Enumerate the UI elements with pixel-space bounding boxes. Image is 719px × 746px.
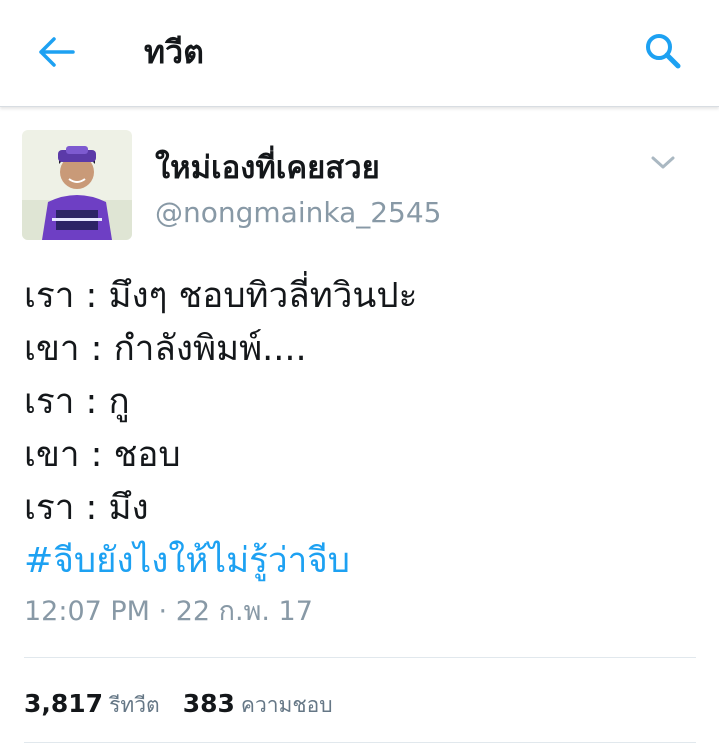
tweet-stats: 3,817 รีทวีต 383 ความชอบ [24,684,351,727]
page-title: ทวีต [144,33,204,71]
search-button[interactable] [638,26,688,76]
tweet-line: เขา : กำลังพิมพ์.... [24,329,307,369]
retweets-count: 3,817 [24,689,104,718]
likes-stat[interactable]: 383 ความชอบ [183,684,333,727]
avatar[interactable] [22,130,132,240]
tweet-line: เรา : มึงๆ ชอบทิวลี่ทวินปะ [24,276,418,316]
avatar-image [22,130,132,240]
tweet-timestamp: 12:07 PM · 22 ก.พ. 17 [24,596,313,627]
arrow-left-icon [39,37,75,67]
divider [24,657,696,658]
top-app-bar: ทวีต [0,0,719,107]
tweet-options-button[interactable] [646,148,680,178]
divider [24,742,696,743]
hashtag-link[interactable]: #จีบยังไงให้ไม่รู้ว่าจีบ [24,535,704,588]
retweets-label: รีทวีต [109,693,160,717]
tweet-line: เรา : กู [24,382,130,422]
author-display-name[interactable]: ใหม่เองที่เคยสวย [155,146,380,190]
tweet-line: เรา : มึง [24,488,149,528]
likes-count: 383 [182,689,235,718]
search-icon [646,34,681,69]
retweets-stat[interactable]: 3,817 รีทวีต [24,684,160,727]
likes-label: ความชอบ [240,693,333,717]
chevron-down-icon [651,156,675,169]
tweet-line: เขา : ชอบ [24,435,181,475]
author-handle[interactable]: @nongmainka_2545 [155,194,442,232]
tweet-text: เรา : มึงๆ ชอบทิวลี่ทวินปะ เขา : กำลังพิ… [24,270,704,588]
back-button[interactable] [30,28,82,76]
